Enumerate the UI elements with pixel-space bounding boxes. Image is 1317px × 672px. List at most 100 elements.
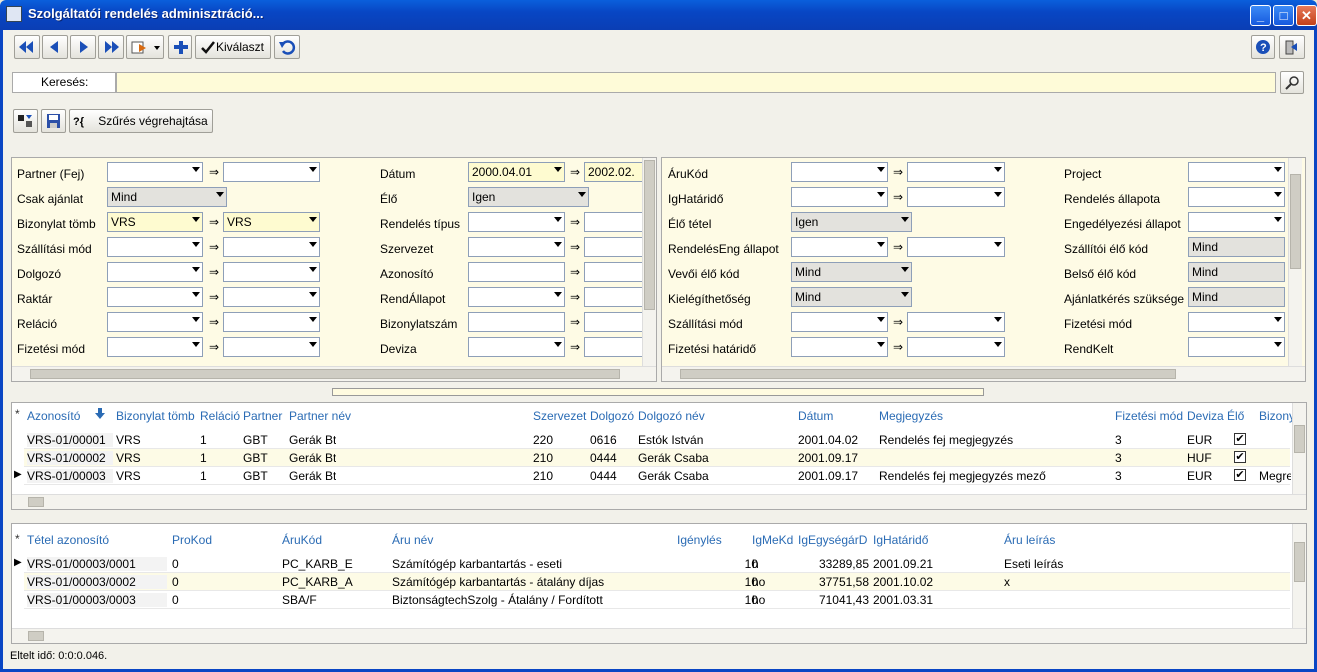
active-select[interactable]: Igen — [468, 187, 589, 207]
item-code-from-select[interactable] — [791, 162, 888, 182]
scroll-thumb[interactable] — [644, 160, 655, 310]
doc-block-from-select[interactable]: VRS — [107, 212, 203, 232]
table-row[interactable]: ▶ VRS-01/00003 VRS 1 GBT Gerák Bt 210 04… — [14, 467, 1291, 485]
employee-to-select[interactable] — [223, 262, 320, 282]
col-header-doc[interactable]: Bizony — [1259, 409, 1295, 423]
minimize-button[interactable]: _ — [1250, 5, 1271, 26]
payment-mode-from-select[interactable] — [107, 337, 203, 357]
col-header-active[interactable]: Élő — [1227, 409, 1244, 423]
active-checkbox[interactable]: ✔ — [1234, 433, 1246, 445]
doc-number-to-input[interactable] — [584, 312, 644, 332]
left-panel-hscroll[interactable] — [12, 366, 656, 381]
col-header-request[interactable]: Igénylés — [677, 533, 722, 547]
warehouse-to-select[interactable] — [223, 287, 320, 307]
identifier-to-input[interactable] — [584, 262, 644, 282]
col-header-employee-name[interactable]: Dolgozó név — [638, 409, 705, 423]
order-approval-to-select[interactable] — [907, 237, 1005, 257]
payment-mode-to-select[interactable] — [223, 337, 320, 357]
orders-vscroll[interactable] — [1292, 403, 1306, 495]
run-filter-button[interactable]: ?{Szűrés végrehajtása — [69, 109, 213, 133]
table-row[interactable]: ▶ VRS-01/00003/0001 0 PC_KARB_E Számítóg… — [14, 555, 1290, 573]
col-header-currency[interactable]: Deviza — [1187, 409, 1224, 423]
col-header-procode[interactable]: ProKod — [172, 533, 212, 547]
approval-status-select[interactable] — [1188, 212, 1285, 232]
col-header-payment-mode[interactable]: Fizetési mód — [1115, 409, 1183, 423]
table-row[interactable]: VRS-01/00002 VRS 1 GBT Gerák Bt 210 0444… — [24, 449, 1290, 467]
col-header-partner-name[interactable]: Partner név — [289, 409, 351, 423]
req-deadline-from-select[interactable] — [791, 187, 888, 207]
active-item-select[interactable]: Igen — [791, 212, 912, 232]
right-panel-vscroll[interactable] — [1288, 158, 1302, 367]
date-from-select[interactable]: 2000.04.01 — [468, 162, 565, 182]
prev-record-button[interactable] — [42, 35, 68, 59]
last-record-button[interactable] — [98, 35, 124, 59]
order-state-to-select[interactable] — [584, 287, 644, 307]
organization-from-select[interactable] — [468, 237, 565, 257]
order-status-select[interactable] — [1188, 187, 1285, 207]
sort-desc-icon[interactable] — [95, 408, 105, 420]
items-vscroll[interactable] — [1292, 524, 1306, 628]
col-header-item-name[interactable]: Áru név — [392, 533, 433, 547]
scroll-thumb[interactable] — [30, 369, 620, 379]
relation-from-select[interactable] — [107, 312, 203, 332]
date-to-select[interactable]: 2002.02. — [584, 162, 644, 182]
internal-active-select[interactable]: Mind — [1188, 262, 1285, 282]
partner-from-select[interactable] — [107, 162, 203, 182]
currency-to-select[interactable] — [584, 337, 644, 357]
payment-deadline-to-select[interactable] — [907, 337, 1005, 357]
col-header-partner[interactable]: Partner — [243, 409, 282, 423]
col-header-req-deadline[interactable]: IgHatáridő — [873, 533, 928, 547]
export-menu-button[interactable] — [126, 35, 164, 59]
table-row[interactable]: VRS-01/00001 VRS 1 GBT Gerák Bt 220 0616… — [24, 431, 1290, 449]
customer-active-select[interactable]: Mind — [791, 262, 912, 282]
table-row[interactable]: VRS-01/00003/0002 0 PC_KARB_A Számítógép… — [24, 573, 1290, 591]
select-button[interactable]: Kiválaszt — [195, 35, 271, 59]
col-header-relation[interactable]: Reláció — [200, 409, 240, 423]
col-header-organization[interactable]: Szervezet — [533, 409, 586, 423]
relation-to-select[interactable] — [223, 312, 320, 332]
shipping-mode-to-select[interactable] — [907, 312, 1005, 332]
first-record-button[interactable] — [14, 35, 40, 59]
scroll-thumb[interactable] — [28, 497, 44, 507]
save-filter-button[interactable] — [41, 109, 66, 133]
scroll-thumb[interactable] — [28, 631, 44, 641]
currency-from-select[interactable] — [468, 337, 565, 357]
offer-only-select[interactable]: Mind — [107, 187, 227, 207]
exit-button[interactable] — [1279, 35, 1305, 59]
left-panel-vscroll[interactable] — [642, 158, 656, 367]
shipping-mode-to-select[interactable] — [223, 237, 320, 257]
identifier-from-input[interactable] — [468, 262, 565, 282]
warehouse-from-select[interactable] — [107, 287, 203, 307]
scroll-thumb[interactable] — [1294, 542, 1305, 582]
next-record-button[interactable] — [70, 35, 96, 59]
filter-options-button[interactable] — [13, 109, 38, 133]
scroll-thumb[interactable] — [1290, 174, 1301, 269]
req-deadline-to-select[interactable] — [907, 187, 1005, 207]
splitter[interactable] — [332, 388, 984, 396]
close-button[interactable]: ✕ — [1296, 5, 1317, 26]
col-header-unit-price[interactable]: IgEgységárD — [798, 533, 867, 547]
col-header-note[interactable]: Megjegyzés — [879, 409, 943, 423]
employee-from-select[interactable] — [107, 262, 203, 282]
doc-block-to-select[interactable]: VRS — [223, 212, 320, 232]
scroll-thumb[interactable] — [680, 369, 1176, 379]
maximize-button[interactable]: □ — [1273, 5, 1294, 26]
active-checkbox[interactable]: ✔ — [1234, 469, 1246, 481]
item-code-to-select[interactable] — [907, 162, 1005, 182]
payment-mode-select[interactable] — [1188, 312, 1285, 332]
search-button[interactable] — [1280, 71, 1304, 94]
col-header-item-code[interactable]: ÁruKód — [282, 533, 322, 547]
order-type-to-select[interactable] — [584, 212, 644, 232]
col-header-item-id[interactable]: Tétel azonosító — [27, 533, 109, 547]
table-row[interactable]: VRS-01/00003/0003 0 SBA/F BiztonságtechS… — [24, 591, 1290, 609]
scroll-thumb[interactable] — [1294, 425, 1305, 453]
order-state-from-select[interactable] — [468, 287, 565, 307]
doc-number-from-input[interactable] — [468, 312, 565, 332]
active-checkbox[interactable]: ✔ — [1234, 451, 1246, 463]
order-date-select[interactable] — [1188, 337, 1285, 357]
col-header-date[interactable]: Dátum — [798, 409, 833, 423]
col-header-unit[interactable]: IgMeKd — [752, 533, 793, 547]
col-header-doc-block[interactable]: Bizonylat tömb — [116, 409, 195, 423]
project-select[interactable] — [1188, 162, 1285, 182]
partner-to-select[interactable] — [223, 162, 320, 182]
